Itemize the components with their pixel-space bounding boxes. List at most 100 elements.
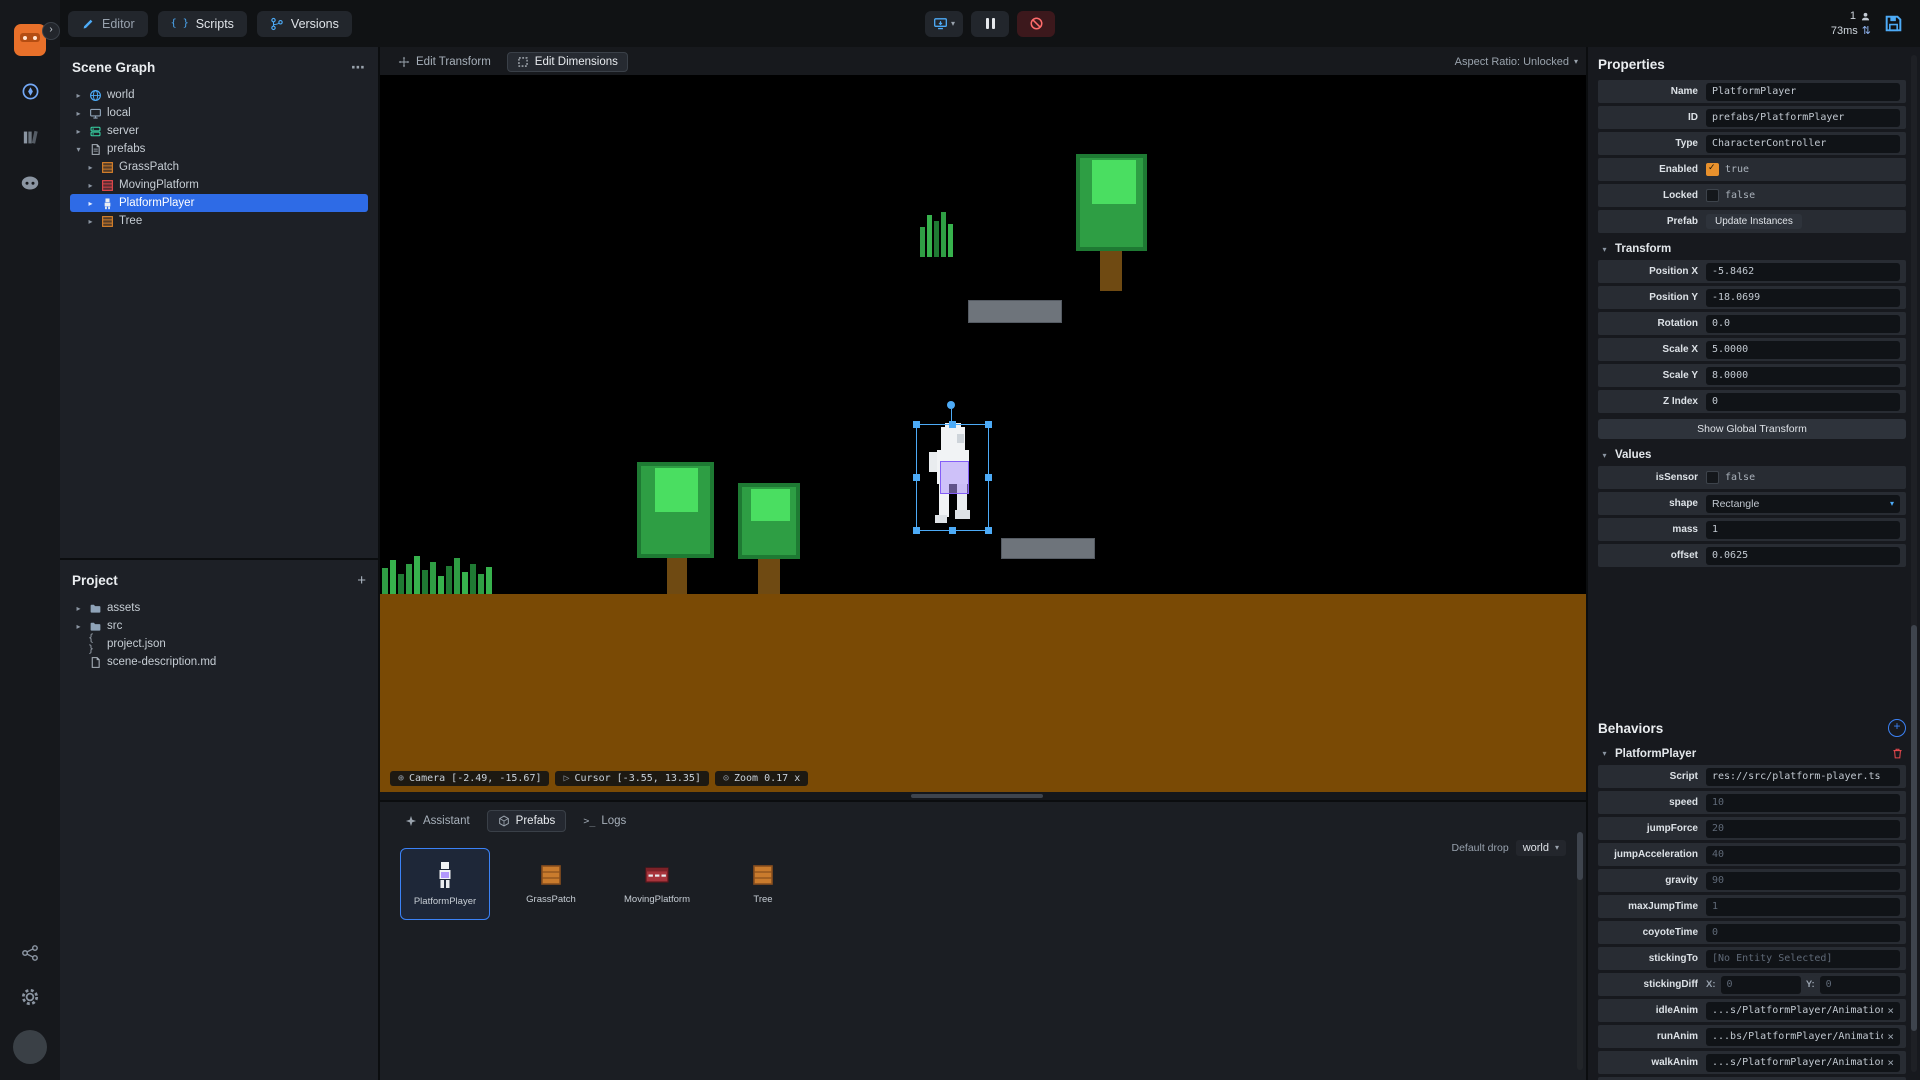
- transform-section-header[interactable]: ▾ Transform: [1600, 243, 1904, 255]
- prefab-card-movingplatform[interactable]: MovingPlatform: [612, 848, 702, 920]
- chevron-right-icon[interactable]: ▸: [74, 604, 83, 613]
- resize-handle-ne[interactable]: [985, 421, 992, 428]
- share-button[interactable]: [19, 942, 41, 964]
- pause-button[interactable]: [971, 11, 1009, 37]
- jumpacceleration-field[interactable]: 40: [1706, 846, 1900, 864]
- jumpforce-field[interactable]: 20: [1706, 820, 1900, 838]
- idleanim-field[interactable]: ...s/PlatformPlayer/Animations/Idle ×: [1706, 1002, 1900, 1020]
- resize-handle-se[interactable]: [985, 527, 992, 534]
- tree-item-world[interactable]: ▸ world: [70, 86, 368, 104]
- scrollbar-thumb[interactable]: [1911, 625, 1917, 1032]
- collapse-rail-button[interactable]: ›: [42, 22, 60, 40]
- tab-edit-dimensions[interactable]: Edit Dimensions: [507, 52, 628, 72]
- tab-assistant[interactable]: Assistant: [394, 810, 481, 832]
- tree-item-grasspatch[interactable]: ▸ GrassPatch: [70, 158, 368, 176]
- screen-share-button[interactable]: ▾: [925, 11, 963, 37]
- runanim-field[interactable]: ...bs/PlatformPlayer/Animations/Run ×: [1706, 1028, 1900, 1046]
- rotation-handle[interactable]: [947, 401, 955, 409]
- z-index-field[interactable]: 0: [1706, 393, 1900, 411]
- rotation-field[interactable]: 0.0: [1706, 315, 1900, 333]
- horizontal-scrollbar[interactable]: [380, 792, 1586, 800]
- scripts-button[interactable]: { } Scripts: [158, 11, 247, 37]
- chevron-down-icon[interactable]: ▾: [74, 145, 83, 154]
- settings-button[interactable]: [19, 986, 41, 1008]
- resize-handle-sw[interactable]: [913, 527, 920, 534]
- resize-handle-nw[interactable]: [913, 421, 920, 428]
- type-field[interactable]: CharacterController: [1706, 135, 1900, 153]
- chevron-right-icon[interactable]: ▸: [86, 217, 95, 226]
- script-field[interactable]: res://src/platform-player.ts: [1706, 768, 1900, 786]
- issensor-checkbox[interactable]: [1706, 471, 1719, 484]
- chevron-right-icon[interactable]: ▸: [86, 181, 95, 190]
- save-icon[interactable]: [1883, 13, 1904, 34]
- overflow-menu-icon[interactable]: ⋯: [351, 59, 366, 76]
- walkanim-field[interactable]: ...s/PlatformPlayer/Animations/Walk ×: [1706, 1054, 1900, 1072]
- clear-icon[interactable]: ×: [1887, 1030, 1894, 1044]
- prefab-card-tree[interactable]: Tree: [718, 848, 808, 920]
- mass-field[interactable]: 1: [1706, 521, 1900, 539]
- resize-handle-e[interactable]: [985, 474, 992, 481]
- scene-grass-patch-left[interactable]: [382, 556, 492, 594]
- name-field[interactable]: PlatformPlayer: [1706, 83, 1900, 101]
- tab-logs[interactable]: >_ Logs: [572, 810, 637, 832]
- scene-viewport[interactable]: ⊕ Camera [-2.49, -15.67] ▷ Cursor [-3.55…: [380, 75, 1586, 792]
- stickingdiff-y-field[interactable]: 0: [1820, 976, 1900, 994]
- add-behavior-button[interactable]: +: [1888, 719, 1906, 737]
- scene-tree-mid-trunk[interactable]: [758, 559, 780, 594]
- scene-grass-patch-floating[interactable]: [920, 212, 953, 257]
- bottom-panel-scrollbar[interactable]: [1577, 832, 1583, 1070]
- library-nav-button[interactable]: [19, 126, 41, 148]
- update-instances-button[interactable]: Update Instances: [1706, 214, 1802, 229]
- user-avatar[interactable]: [13, 1030, 47, 1064]
- tree-item-local[interactable]: ▸ local: [70, 104, 368, 122]
- tree-item-platformplayer-selected[interactable]: ▸ PlatformPlayer: [70, 194, 368, 212]
- values-section-header[interactable]: ▾ Values: [1600, 449, 1904, 461]
- prefab-card-platformplayer[interactable]: PlatformPlayer: [400, 848, 490, 920]
- gravity-field[interactable]: 90: [1706, 872, 1900, 890]
- project-item-src[interactable]: ▸ src: [70, 617, 368, 635]
- tree-item-prefabs[interactable]: ▾ prefabs: [70, 140, 368, 158]
- shape-select[interactable]: Rectangle ▾: [1706, 495, 1900, 513]
- tree-item-tree[interactable]: ▸ Tree: [70, 212, 368, 230]
- chevron-right-icon[interactable]: ▸: [74, 622, 83, 631]
- speed-field[interactable]: 10: [1706, 794, 1900, 812]
- latency-indicator[interactable]: 73ms ⇅: [1831, 24, 1871, 37]
- id-field[interactable]: prefabs/PlatformPlayer: [1706, 109, 1900, 127]
- tree-item-server[interactable]: ▸ server: [70, 122, 368, 140]
- chevron-right-icon[interactable]: ▸: [74, 109, 83, 118]
- tab-edit-transform[interactable]: Edit Transform: [388, 52, 501, 72]
- chevron-right-icon[interactable]: ▸: [74, 127, 83, 136]
- stop-button[interactable]: [1017, 11, 1055, 37]
- enabled-checkbox[interactable]: [1706, 163, 1719, 176]
- maxjumptime-field[interactable]: 1: [1706, 898, 1900, 916]
- scale-x-field[interactable]: 5.0000: [1706, 341, 1900, 359]
- aspect-ratio-dropdown[interactable]: Aspect Ratio: Unlocked ▾: [1455, 56, 1578, 68]
- position-x-field[interactable]: -5.8462: [1706, 263, 1900, 281]
- chevron-right-icon[interactable]: ▸: [86, 199, 95, 208]
- scrollbar-thumb[interactable]: [1577, 832, 1583, 880]
- scene-tree-mid-foliage[interactable]: [738, 483, 800, 559]
- scene-tree-top-foliage[interactable]: [1076, 154, 1147, 251]
- prefab-card-grasspatch[interactable]: GrassPatch: [506, 848, 596, 920]
- scale-y-field[interactable]: 8.0000: [1706, 367, 1900, 385]
- clear-icon[interactable]: ×: [1887, 1004, 1894, 1018]
- chevron-right-icon[interactable]: ▸: [86, 163, 95, 172]
- project-item-projectjson[interactable]: { } project.json: [70, 635, 368, 653]
- locked-checkbox[interactable]: [1706, 189, 1719, 202]
- resize-handle-w[interactable]: [913, 474, 920, 481]
- editor-mode-button[interactable]: Editor: [68, 11, 148, 37]
- delete-behavior-icon[interactable]: [1891, 747, 1904, 760]
- project-item-scenedescription[interactable]: scene-description.md: [70, 653, 368, 671]
- position-y-field[interactable]: -18.0699: [1706, 289, 1900, 307]
- project-item-assets[interactable]: ▸ assets: [70, 599, 368, 617]
- scene-platform-upper[interactable]: [968, 300, 1062, 323]
- tab-prefabs[interactable]: Prefabs: [487, 810, 567, 832]
- resize-handle-s[interactable]: [949, 527, 956, 534]
- discord-nav-button[interactable]: [19, 172, 41, 194]
- tree-item-movingplatform[interactable]: ▸ MovingPlatform: [70, 176, 368, 194]
- stickingto-field[interactable]: [No Entity Selected]: [1706, 950, 1900, 968]
- behavior-platformplayer-header[interactable]: ▾ PlatformPlayer: [1600, 747, 1904, 760]
- selection-box[interactable]: [916, 424, 989, 531]
- scene-tree-top-trunk[interactable]: [1100, 251, 1122, 291]
- offset-field[interactable]: 0.0625: [1706, 547, 1900, 565]
